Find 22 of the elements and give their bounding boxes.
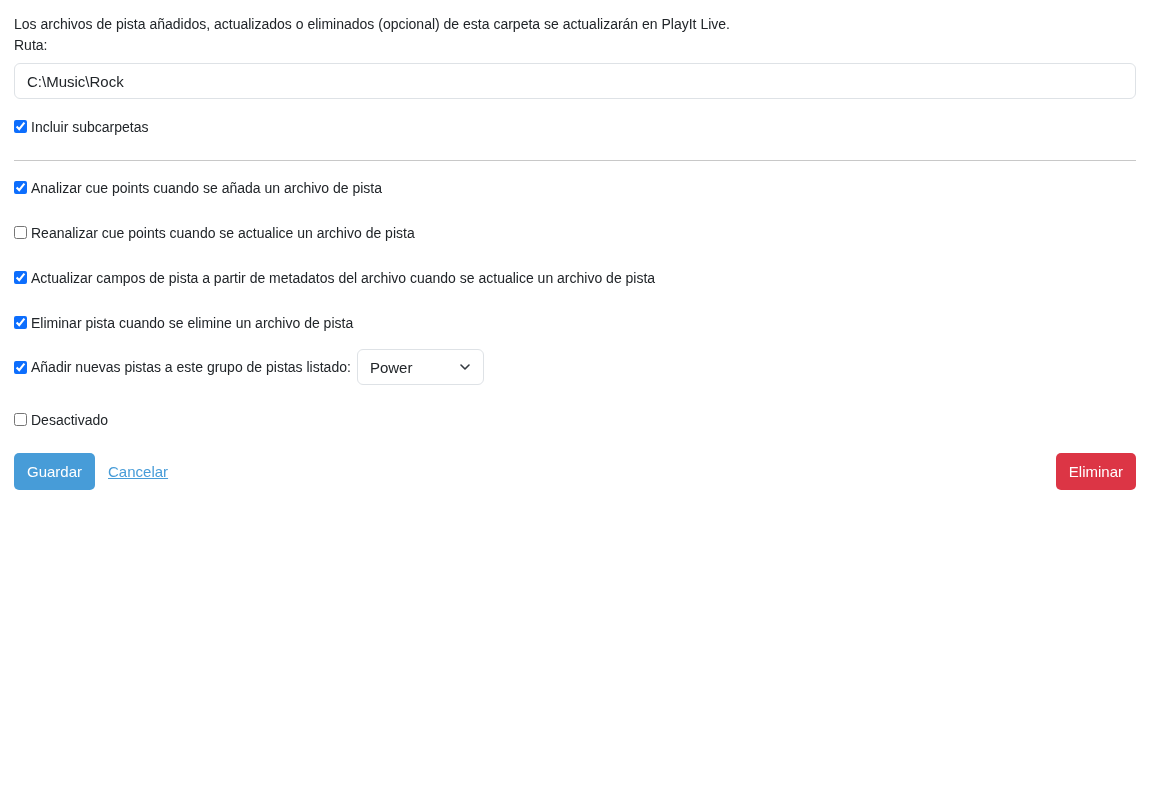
option-label: Desactivado bbox=[31, 411, 109, 428]
option-label: Actualizar campos de pista a partir de metadatos del archivo cuando se actualice un archivo de pista bbox=[31, 269, 656, 286]
cancel-link[interactable]: Cancelar bbox=[108, 463, 169, 480]
checkbox[interactable] bbox=[14, 181, 27, 194]
option-label: Analizar cue points cuando se añada un archivo de pista bbox=[31, 179, 382, 196]
delete-button[interactable]: Eliminar bbox=[1055, 453, 1136, 490]
checkbox[interactable] bbox=[14, 413, 27, 426]
checkbox[interactable] bbox=[14, 360, 27, 374]
checkbox[interactable] bbox=[14, 316, 27, 329]
checkbox[interactable] bbox=[14, 271, 27, 284]
option-label: Incluir subcarpetas bbox=[31, 118, 149, 135]
option-label: Añadir nuevas pistas a este grupo de pistas listado: bbox=[31, 359, 351, 375]
save-button[interactable]: Guardar bbox=[14, 453, 96, 490]
group-dropdown[interactable]: Power bbox=[356, 349, 484, 385]
description-text: Los archivos de pista añadidos, actualizados o eliminados (opcional) de esta carpeta se actualizarán en PlayIt Live. bbox=[14, 15, 731, 34]
path-input-field[interactable]: C:\Music\Rock bbox=[14, 63, 1136, 99]
chevron-down-icon bbox=[458, 361, 471, 373]
checkbox[interactable] bbox=[14, 120, 27, 133]
option-label: Eliminar pista cuando se elimine un archivo de pista bbox=[31, 314, 354, 331]
path-label: Ruta: bbox=[14, 36, 48, 55]
option-label: Reanalizar cue points cuando se actualice un archivo de pista bbox=[31, 224, 415, 241]
checkbox[interactable] bbox=[14, 226, 27, 239]
